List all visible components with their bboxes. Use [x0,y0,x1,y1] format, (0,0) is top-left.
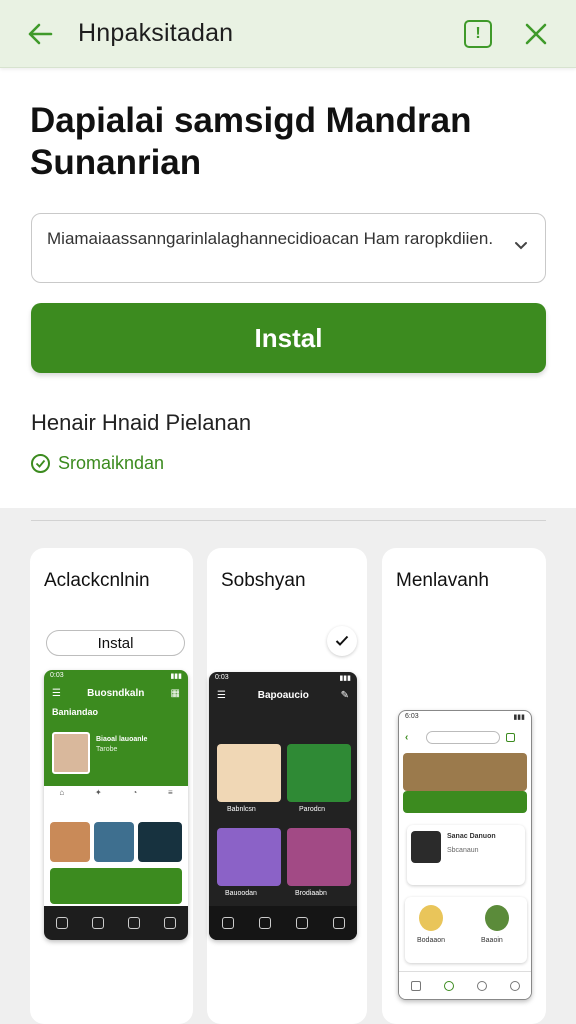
arrow-left-icon[interactable] [26,20,54,48]
phone-app-title: Bapoaucio [257,690,309,701]
search-icon [164,917,176,929]
phone-screenshot: 0:03 ▮▮▮ ☰ Buosndkaln ▦ Baniandao Biaoal la… [44,670,188,940]
search-icon [332,917,345,929]
card-title: Aclackcnlnin [44,570,150,591]
media-icon [295,917,308,929]
menu-icon: ☰ [217,690,226,701]
card-title: Menlavanh [396,570,489,591]
tile-label: Parodcn [299,806,326,813]
close-icon[interactable] [522,20,550,48]
home-icon [221,917,234,929]
description-select[interactable]: Miamaiaassanngarinlalaghannecidioacan Ha… [31,213,546,283]
edit-icon: ✎ [340,690,349,701]
divider [31,520,546,521]
list-card: Sanac Danuon Sbcanaun [407,825,525,885]
phone-bottom-nav [399,971,531,999]
item-label: Baaoin [481,937,503,944]
status-time: 0:03 [50,672,64,679]
promo-banner [50,868,182,904]
phone-status-bar: 0:03 ▮▮▮ [44,670,188,684]
chat-icon [506,732,516,742]
status-text: Sromaikndan [58,453,165,473]
checkmark-icon[interactable] [327,626,357,656]
clock-icon [476,980,487,991]
status-icons: ▮▮▮ [513,714,525,721]
section-label: Henair Hnaid Pielanan [31,410,252,435]
status-row: Sromaikndan [31,453,164,474]
screenshot-gallery: Aclackcnlnin Instal 0:03 ▮▮▮ ☰ Buosndkaln ▦… [0,508,576,1024]
gallery-card[interactable]: Aclackcnlnin Instal 0:03 ▮▮▮ ☰ Buosndkaln ▦… [30,548,193,1024]
gallery-card[interactable]: Menlavanh 6:03 ▮▮▮ ‹ Sanac Danuon Sbcanau… [382,548,546,1024]
tab-icon: ✦ [94,788,102,797]
item-thumbnail [411,831,441,863]
main-heading: Dapialai samsigd Mandran Sunanrian [30,101,472,182]
install-button[interactable]: Instal [31,303,546,373]
check-circle-icon [31,454,50,473]
avatar [52,732,90,774]
app-tile [138,822,182,862]
item-title: Sanac Danuon [447,833,496,840]
tab-icon: ◔ [132,788,138,797]
tile-label: Brodiaabn [295,890,327,897]
profile-sub: Tarobe [96,746,118,753]
home-icon [56,917,68,929]
profile-name: Biaoal lauoanle [96,736,148,743]
select-value: Miamaiaassanngarinlalaghannecidioacan Ha… [47,229,494,248]
card-install-button[interactable]: Instal [46,630,185,656]
phone-screenshot: 6:03 ▮▮▮ ‹ Sanac Danuon Sbcanaun Bodaaon … [398,710,532,1000]
app-tile [287,744,351,802]
chat-icon [92,917,104,929]
phone-app-title: Buosndkaln [87,688,145,699]
phone-app-header: ☰ Bapoaucio ✎ [209,686,357,710]
list-card: Bodaaon Baaoin [405,897,527,963]
chevron-down-icon [515,242,527,250]
info-box-icon[interactable]: ! [464,19,492,48]
app-tile [94,822,134,862]
status-time: 6:03 [405,713,419,720]
gallery-card[interactable]: Sobshyan 0:03 ▮▮▮ ☰ Bapoaucio ✎ Babnlcsn Pa… [207,548,367,1024]
phone-bottom-nav [209,906,357,940]
grid-icon: ▦ [170,688,180,699]
status-icons: ▮▮▮ [339,675,351,682]
app-tile [217,828,281,886]
media-icon [128,917,140,929]
app-tile [50,822,90,862]
phone-profile: Biaoal lauoanle Tarobe [44,728,188,786]
tile-label: Babnlcsn [227,806,256,813]
home-icon [410,980,421,991]
top-app-bar: Hnpaksitadan ! [0,0,576,68]
card-title: Sobshyan [221,570,306,591]
status-time: 0:03 [215,674,229,681]
tab-icon: ≡ [167,788,173,797]
promo-banner [403,791,527,813]
status-icons: ▮▮▮ [170,673,182,680]
explore-icon [443,980,454,991]
app-tile [287,828,351,886]
item-label: Bodaaon [417,937,446,944]
tab-icon: ⌂ [59,788,65,797]
item-thumbnail [485,905,509,931]
item-subtitle: Sbcanaun [447,847,479,854]
phone-search-row: ‹ [405,729,527,745]
app-tile [217,744,281,802]
page-title: Hnpaksitadan [78,19,234,47]
phone-section-title: Baniandao [52,707,99,717]
banner-image [403,753,527,791]
phone-screenshot: 0:03 ▮▮▮ ☰ Bapoaucio ✎ Babnlcsn Parodcn Bau… [209,672,357,940]
phone-search-field [426,730,501,744]
menu-icon: ☰ [52,688,61,699]
chat-icon [258,917,271,929]
phone-tabs: ⌂ ✦ ◔ ≡ [44,788,188,802]
tile-label: Bauoodan [225,890,257,897]
phone-bottom-nav [44,906,188,940]
item-thumbnail [419,905,443,931]
back-icon: ‹ [405,731,409,743]
phone-app-header: ☰ Buosndkaln ▦ Baniandao [44,684,188,728]
profile-icon [509,980,520,991]
